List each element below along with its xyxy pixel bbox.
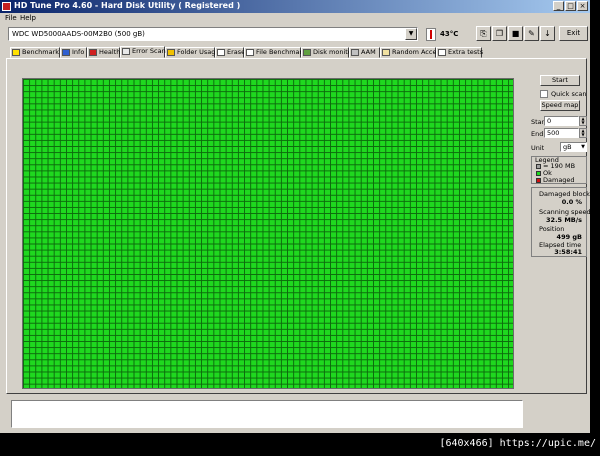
tab-label: Folder Usage	[177, 48, 220, 56]
unit-select-value: gB	[563, 143, 572, 151]
block-size-swatch	[536, 164, 541, 169]
position-value: 499 gB	[556, 233, 582, 241]
tab-strip: Benchmark Info Health Error Scan Folder …	[4, 46, 588, 58]
tab-random-access[interactable]: Random Access	[380, 47, 443, 58]
tab-label: AAM	[361, 48, 376, 56]
ok-swatch	[536, 171, 541, 176]
stats-box: Damaged blocks 0.0 % Scanning speed 32.5…	[531, 187, 593, 257]
minimize-button[interactable]: _	[553, 1, 564, 11]
info-icon	[62, 49, 70, 56]
watermark-text: [640x466] https://upic.me/	[439, 438, 596, 449]
toolbar: WDC WD5000AADS-00M2B0 (500 gB) ▼ 43°C ⎘ …	[0, 24, 590, 44]
error-scan-icon	[122, 48, 130, 55]
random-access-icon	[382, 49, 390, 56]
maximize-button[interactable]: □	[565, 1, 576, 11]
extra-tests-icon	[438, 49, 446, 56]
menu-bar: File Help	[0, 13, 590, 23]
download-icon[interactable]: ↓	[540, 26, 555, 41]
damaged-blocks-label: Damaged blocks	[539, 190, 594, 198]
close-button[interactable]: ×	[577, 1, 588, 11]
quick-scan-label: Quick scan	[551, 90, 587, 98]
title-bar[interactable]: HD Tune Pro 4.60 - Hard Disk Utility ( R…	[0, 0, 590, 13]
exit-button[interactable]: Exit	[559, 26, 588, 41]
unit-select[interactable]: gB ▼	[560, 142, 587, 152]
log-output-box[interactable]	[11, 400, 523, 428]
menu-file[interactable]: File	[5, 14, 17, 22]
chevron-down-icon: ▼	[581, 144, 585, 150]
benchmark-icon	[12, 49, 20, 56]
disk-monitor-icon	[303, 49, 311, 56]
temperature-readout: 43°C	[440, 30, 459, 38]
drive-select[interactable]: WDC WD5000AADS-00M2B0 (500 gB) ▼	[8, 27, 418, 41]
position-label: Position	[539, 225, 565, 233]
legend-box: Legend = 190 MB Ok Damaged	[531, 156, 587, 184]
damaged-swatch	[536, 178, 541, 183]
tab-label: File Benchmark	[256, 48, 306, 56]
start-button[interactable]: Start	[540, 75, 580, 86]
scanning-speed-label: Scanning speed	[539, 208, 591, 216]
damaged-blocks-value: 0.0 %	[561, 198, 582, 206]
end-spinner[interactable]: ▲ ▼	[579, 128, 587, 138]
folder-icon	[167, 49, 175, 56]
tab-health[interactable]: Health	[87, 47, 120, 58]
options-icon[interactable]: ✎	[524, 26, 539, 41]
tab-benchmark[interactable]: Benchmark	[10, 47, 60, 58]
tab-extra-tests[interactable]: Extra tests	[436, 47, 484, 58]
tab-error-scan[interactable]: Error Scan	[120, 46, 166, 58]
speed-map-button[interactable]: Speed map	[540, 100, 580, 111]
scanning-speed-value: 32.5 MB/s	[546, 216, 582, 224]
unit-label: Unit	[531, 144, 545, 152]
copy-all-icon[interactable]: ❐	[492, 26, 507, 41]
drive-select-value: WDC WD5000AADS-00M2B0 (500 gB)	[12, 30, 145, 38]
quick-scan-checkbox[interactable]	[540, 90, 548, 98]
menu-help[interactable]: Help	[20, 14, 36, 22]
tab-folder-usage[interactable]: Folder Usage	[165, 47, 219, 58]
tab-file-benchmark[interactable]: File Benchmark	[244, 47, 306, 58]
tab-erase[interactable]: Erase	[215, 47, 246, 58]
tab-label: Erase	[227, 48, 246, 56]
tab-disk-monitor[interactable]: Disk monitor	[301, 47, 354, 58]
start-spinner[interactable]: ▲ ▼	[579, 116, 587, 126]
copy-icon[interactable]: ⎘	[476, 26, 491, 41]
erase-icon	[217, 49, 225, 56]
elapsed-time-value: 3:58:41	[554, 248, 582, 256]
tab-label: Error Scan	[132, 47, 166, 55]
app-icon	[2, 2, 11, 11]
tab-aam[interactable]: AAM	[349, 47, 380, 58]
app-window: HD Tune Pro 4.60 - Hard Disk Utility ( R…	[0, 0, 593, 433]
tab-label: Extra tests	[448, 48, 484, 56]
end-field-label: End	[531, 130, 544, 138]
end-field[interactable]: 500	[544, 128, 579, 138]
window-title: HD Tune Pro 4.60 - Hard Disk Utility ( R…	[14, 1, 241, 10]
start-field[interactable]: 0	[544, 116, 579, 126]
tab-label: Benchmark	[22, 48, 60, 56]
save-icon[interactable]: ■	[508, 26, 523, 41]
file-benchmark-icon	[246, 49, 254, 56]
chevron-down-icon[interactable]: ▼	[405, 28, 417, 40]
tab-label: Health	[99, 48, 121, 56]
block-map	[22, 78, 514, 389]
tab-label: Info	[72, 48, 85, 56]
speaker-icon	[351, 49, 359, 56]
damaged-label: Damaged	[543, 176, 575, 184]
tab-info[interactable]: Info	[60, 47, 87, 58]
health-icon	[89, 49, 97, 56]
thermometer-icon	[426, 28, 436, 41]
